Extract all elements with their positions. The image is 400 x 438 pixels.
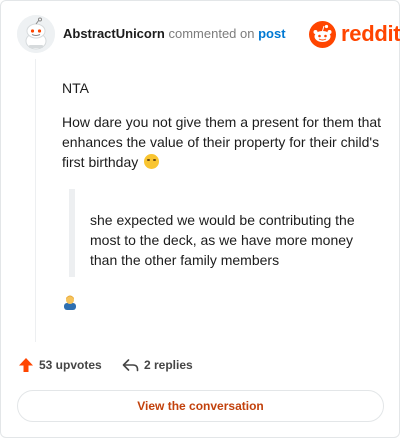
comment-paragraph-2-text: How dare you not give them a present for…	[62, 114, 382, 170]
upvote-arrow-icon	[19, 358, 33, 372]
snoo-avatar-icon	[17, 15, 55, 53]
username-link[interactable]: AbstractUnicorn	[63, 26, 165, 41]
commented-on-text: commented on	[168, 26, 255, 41]
view-conversation-button[interactable]: View the conversation	[17, 390, 384, 422]
comment-card: AbstractUnicorn commented on post reddit…	[0, 0, 400, 438]
person-emoji	[62, 294, 78, 310]
comment-paragraph-1: NTA	[62, 80, 89, 96]
post-link[interactable]: post	[258, 26, 285, 41]
zany-face-emoji	[144, 154, 160, 169]
avatar[interactable]	[17, 15, 55, 53]
reddit-logo[interactable]: reddit	[309, 18, 400, 50]
reddit-logo-icon	[309, 20, 336, 48]
comment-header: AbstractUnicorn commented on post	[63, 26, 286, 41]
reddit-wordmark: reddit	[341, 21, 400, 46]
thread-line[interactable]	[35, 59, 36, 342]
upvote-count[interactable]: 53 upvotes	[18, 357, 102, 373]
upvote-label: 53 upvotes	[39, 358, 102, 372]
reply-count[interactable]: 2 replies	[122, 357, 193, 373]
blockquote-bar	[69, 189, 75, 277]
replies-label: 2 replies	[144, 358, 193, 372]
comment-paragraph-2: How dare you not give them a present for…	[62, 112, 387, 172]
blockquote-text: she expected we would be contributing th…	[90, 212, 355, 268]
reply-arrow-icon	[122, 359, 139, 372]
